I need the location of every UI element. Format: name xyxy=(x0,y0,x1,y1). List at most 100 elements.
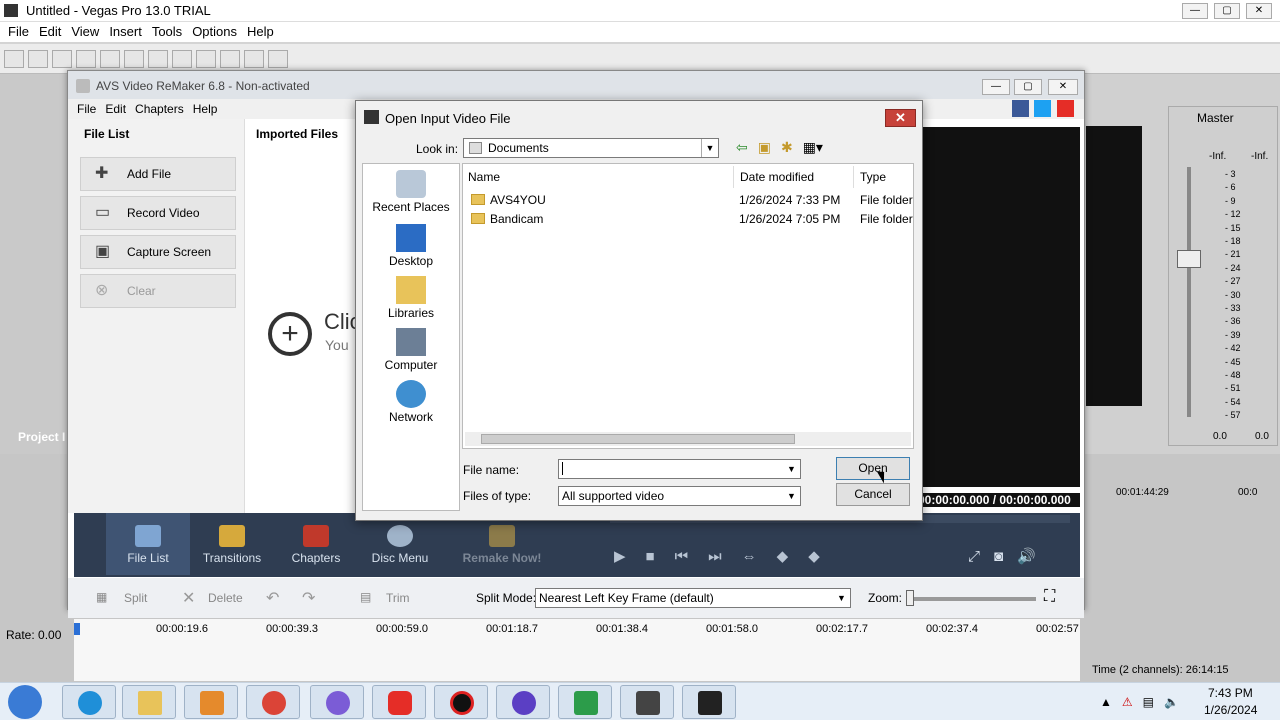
trim-label[interactable]: Trim xyxy=(386,591,410,605)
save-icon[interactable] xyxy=(52,49,72,68)
file-name-input[interactable]: ▼ xyxy=(558,459,801,479)
taskbar-sync[interactable] xyxy=(558,685,612,719)
taskbar-vegas[interactable] xyxy=(620,685,674,719)
fullscreen-icon[interactable]: ⤢ xyxy=(968,548,980,565)
avs-minimize-button[interactable]: — xyxy=(982,79,1010,95)
tab-chapters[interactable]: Chapters xyxy=(274,513,358,575)
add-circle-icon[interactable]: + xyxy=(268,312,312,356)
prev-key-icon[interactable]: ◆ xyxy=(777,547,789,565)
maximize-button[interactable]: ▢ xyxy=(1214,3,1240,19)
tray-network-icon[interactable]: ▤ xyxy=(1143,695,1154,709)
column-date[interactable]: Date modified xyxy=(735,166,854,188)
open-icon[interactable] xyxy=(28,49,48,68)
up-folder-icon[interactable]: ▣ xyxy=(758,139,771,156)
taskbar-avs[interactable] xyxy=(682,685,736,719)
clock-time[interactable]: 7:43 PM xyxy=(1208,686,1253,700)
avs-menu-chapters[interactable]: Chapters xyxy=(135,99,184,119)
tab-disc-menu[interactable]: Disc Menu xyxy=(358,513,442,575)
volume-icon[interactable]: 🔊 xyxy=(1017,547,1036,565)
playhead[interactable] xyxy=(74,623,80,635)
snapshot-icon[interactable]: ◙ xyxy=(994,548,1003,565)
avs-menu-help[interactable]: Help xyxy=(193,99,218,119)
undo-icon-avs[interactable]: ↶ xyxy=(266,588,279,608)
menu-help[interactable]: Help xyxy=(247,22,274,42)
minimize-button[interactable]: — xyxy=(1182,3,1208,19)
place-computer[interactable]: Computer xyxy=(363,328,459,372)
copy-icon[interactable] xyxy=(148,49,168,68)
play-icon[interactable]: ▶ xyxy=(614,547,626,565)
tab-transitions[interactable]: Transitions xyxy=(190,513,274,575)
next-frame-icon[interactable]: ⏭ xyxy=(708,548,722,565)
tray-security-icon[interactable]: ⚠ xyxy=(1122,695,1133,709)
redo-icon[interactable] xyxy=(220,49,240,68)
close-button[interactable]: ✕ xyxy=(1246,3,1272,19)
column-name[interactable]: Name xyxy=(463,166,734,188)
taskbar-copilot[interactable] xyxy=(310,685,364,719)
add-file-button[interactable]: ✚ Add File xyxy=(80,157,236,191)
avs-maximize-button[interactable]: ▢ xyxy=(1014,79,1042,95)
prev-frame-icon[interactable]: ⏮ xyxy=(675,548,689,565)
twitter-icon[interactable] xyxy=(1034,100,1051,117)
menu-view[interactable]: View xyxy=(71,22,99,42)
column-type[interactable]: Type xyxy=(855,166,913,188)
undo-icon[interactable] xyxy=(196,49,216,68)
back-icon[interactable]: ⇦ xyxy=(736,139,748,156)
facebook-icon[interactable] xyxy=(1012,100,1029,117)
tab-file-list[interactable]: File List xyxy=(106,513,190,575)
split-label[interactable]: Split xyxy=(124,591,147,605)
clear-button[interactable]: ⊗ Clear xyxy=(80,274,236,308)
menu-tools[interactable]: Tools xyxy=(152,22,182,42)
properties-icon[interactable] xyxy=(100,49,120,68)
avs-menu-edit[interactable]: Edit xyxy=(105,99,126,119)
edit-tool-icon[interactable] xyxy=(244,49,264,68)
files-of-type-select[interactable]: All supported video ▼ xyxy=(558,486,801,506)
tray-arrow-icon[interactable]: ▲ xyxy=(1100,695,1112,709)
clock-date[interactable]: 1/26/2024 xyxy=(1204,703,1257,717)
dialog-close-button[interactable]: ✕ xyxy=(885,109,916,127)
remake-now-button[interactable]: Remake Now! xyxy=(454,513,550,575)
horizontal-scrollbar[interactable] xyxy=(465,432,911,446)
start-orb-icon[interactable] xyxy=(8,685,42,719)
view-menu-icon[interactable]: ▦▾ xyxy=(803,139,823,156)
tray-volume-icon[interactable]: 🔈 xyxy=(1164,695,1179,709)
redo-icon-avs[interactable]: ↷ xyxy=(302,588,315,608)
record-video-button[interactable]: ▭ Record Video xyxy=(80,196,236,230)
new-icon[interactable] xyxy=(4,49,24,68)
avs-close-button[interactable]: ✕ xyxy=(1048,79,1078,95)
place-libraries[interactable]: Libraries xyxy=(363,276,459,320)
file-row[interactable]: Bandicam 1/26/2024 7:05 PM File folder xyxy=(463,209,913,229)
taskbar-edge[interactable] xyxy=(62,685,116,719)
cancel-button[interactable]: Cancel xyxy=(836,483,910,506)
new-folder-icon[interactable]: ✱ xyxy=(781,139,793,156)
taskbar-youtube[interactable] xyxy=(372,685,426,719)
menu-edit[interactable]: Edit xyxy=(39,22,61,42)
place-desktop[interactable]: Desktop xyxy=(363,224,459,268)
delete-label[interactable]: Delete xyxy=(208,591,243,605)
open-button[interactable]: Open xyxy=(836,457,910,480)
place-network[interactable]: Network xyxy=(363,380,459,424)
youtube-social-icon[interactable] xyxy=(1057,100,1074,117)
split-mode-select[interactable]: Nearest Left Key Frame (default) ▼ xyxy=(535,588,851,608)
zoom-slider[interactable] xyxy=(910,597,1036,601)
cut-icon[interactable] xyxy=(124,49,144,68)
help-tool-icon[interactable] xyxy=(268,49,288,68)
scrollbar-thumb[interactable] xyxy=(481,434,795,444)
taskbar-chrome[interactable] xyxy=(246,685,300,719)
file-row[interactable]: AVS4YOU 1/26/2024 7:33 PM File folder xyxy=(463,190,913,210)
taskbar-media[interactable] xyxy=(184,685,238,719)
stop-icon[interactable]: ■ xyxy=(646,548,655,565)
taskbar-explorer[interactable] xyxy=(122,685,176,719)
place-recent[interactable]: Recent Places xyxy=(363,170,459,214)
zoom-slider-handle[interactable] xyxy=(906,590,914,606)
menu-file[interactable]: File xyxy=(8,22,29,42)
avs-menu-file[interactable]: File xyxy=(77,99,96,119)
master-fader-track[interactable] xyxy=(1187,167,1191,417)
menu-options[interactable]: Options xyxy=(192,22,237,42)
look-in-select[interactable]: Documents ▼ xyxy=(463,138,719,158)
save-as-icon[interactable] xyxy=(76,49,96,68)
taskbar-recorder[interactable] xyxy=(434,685,488,719)
menu-insert[interactable]: Insert xyxy=(109,22,142,42)
paste-icon[interactable] xyxy=(172,49,192,68)
taskbar-audio[interactable] xyxy=(496,685,550,719)
capture-screen-button[interactable]: ▣ Capture Screen xyxy=(80,235,236,269)
